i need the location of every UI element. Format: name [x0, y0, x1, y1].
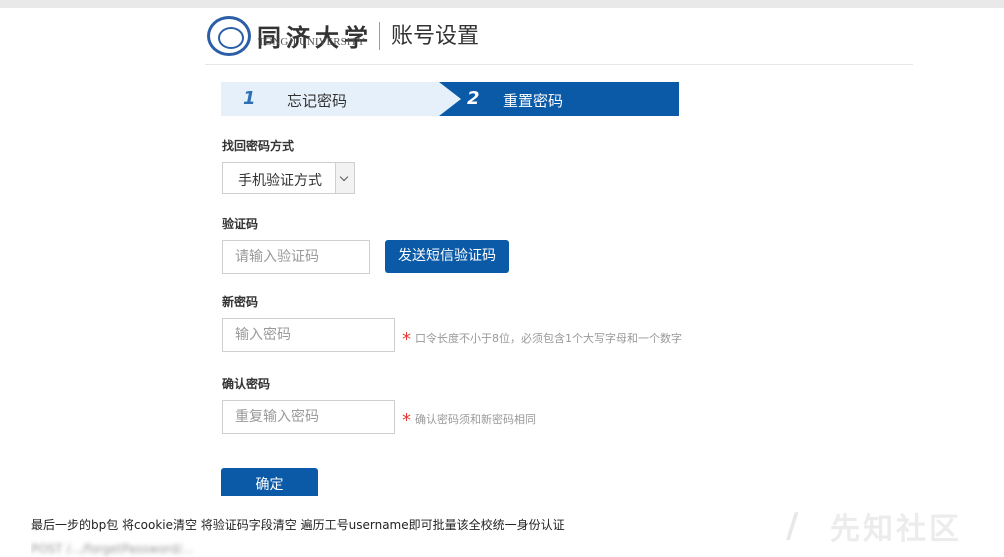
header-rule: [205, 64, 913, 65]
new-password-label: 新密码: [222, 295, 259, 309]
blurred-request-text: POST /.../forgetPassword/...: [31, 542, 194, 556]
watermark-logo-icon: ∕: [786, 506, 799, 546]
recovery-method-select[interactable]: 手机验证方式: [222, 162, 355, 194]
required-star-icon: *: [402, 410, 411, 431]
new-password-hint-text: 口令长度不小于8位，必须包含1个大写字母和一个数字: [415, 332, 682, 345]
verification-code-label: 验证码: [222, 217, 259, 231]
step-indicator: 1 忘记密码 2 重置密码: [221, 82, 679, 116]
confirm-password-hint: * 确认密码须和新密码相同: [402, 407, 536, 431]
verification-code-input[interactable]: [222, 240, 370, 274]
step-forgot-password: 1 忘记密码: [221, 82, 461, 116]
confirm-password-hint-text: 确认密码须和新密码相同: [415, 413, 536, 426]
confirm-button[interactable]: 确定: [221, 468, 318, 496]
top-bar: [0, 0, 1004, 8]
new-password-input[interactable]: [222, 318, 395, 352]
send-sms-code-button[interactable]: 发送短信验证码: [385, 240, 509, 273]
confirm-password-label: 确认密码: [222, 377, 271, 391]
step-label: 重置密码: [503, 92, 564, 110]
site-header: 同济大学 TONGJI UNIVERSITY 账号设置: [205, 8, 913, 66]
article-caption: 最后一步的bp包 将cookie清空 将验证码字段清空 遍历工号username…: [31, 518, 565, 532]
watermark-text: 先知社区: [830, 512, 962, 547]
step-number: 2: [467, 88, 480, 109]
page-title: 账号设置: [391, 24, 480, 49]
header-divider: [379, 22, 380, 50]
university-seal-icon: [207, 16, 251, 56]
step-number: 1: [243, 88, 256, 109]
chevron-down-icon[interactable]: [335, 163, 354, 193]
step-reset-password: 2 重置密码: [439, 82, 679, 116]
confirm-password-input[interactable]: [222, 400, 395, 434]
site-watermark: ∕ 先知社区: [786, 502, 996, 550]
new-password-hint: * 口令长度不小于8位，必须包含1个大写字母和一个数字: [402, 326, 682, 350]
blurred-request-line: POST /.../forgetPassword/...: [31, 538, 251, 557]
logo-english-name: TONGJI UNIVERSITY: [258, 36, 366, 48]
step-label: 忘记密码: [287, 92, 348, 110]
recovery-method-value: 手机验证方式: [238, 173, 322, 189]
recovery-method-label: 找回密码方式: [222, 139, 295, 153]
required-star-icon: *: [402, 329, 411, 350]
